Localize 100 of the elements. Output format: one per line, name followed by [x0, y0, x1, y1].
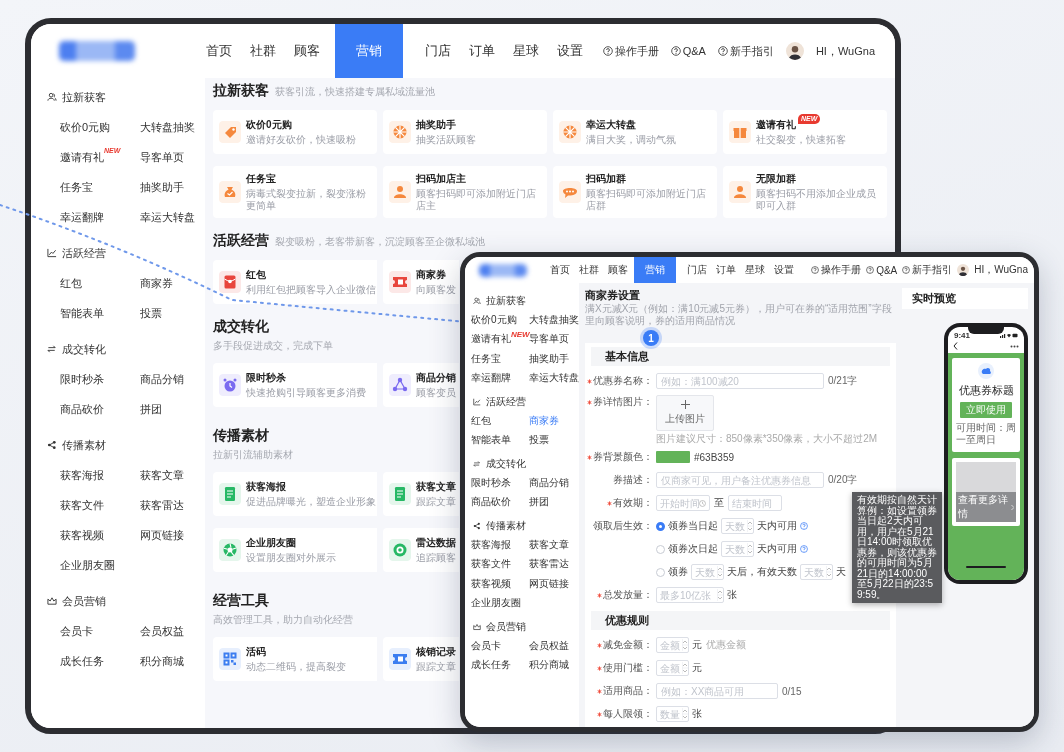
nav-tab[interactable]: 星球: [740, 257, 769, 283]
feature-card[interactable]: 扫码加店主 顾客扫码即可添加附近门店店主: [383, 166, 547, 218]
help-link[interactable]: 新手指引: [902, 263, 953, 277]
logo-icon[interactable]: [479, 263, 527, 277]
menu-item[interactable]: 获客文章: [529, 535, 579, 555]
menu-item[interactable]: 智能表单: [471, 430, 529, 450]
avatar-icon[interactable]: [785, 42, 804, 60]
menu-item[interactable]: 大转盘抽奖: [140, 112, 202, 142]
menu-item[interactable]: 红包: [60, 268, 140, 298]
menu-item[interactable]: 砍价0元购: [471, 310, 529, 330]
number-field[interactable]: 天数: [691, 564, 724, 580]
menu-item[interactable]: 商品砍价: [60, 394, 140, 424]
nav-tab[interactable]: 营销: [634, 257, 676, 283]
feature-card[interactable]: 活码 动态二维码，提高裂变: [213, 637, 377, 681]
menu-item[interactable]: 抽奖助手: [140, 172, 202, 202]
menu-item[interactable]: 任务宝: [60, 172, 140, 202]
feature-card[interactable]: 幸运大转盘 满目大奖，调动气氛: [553, 110, 717, 154]
nav-tab[interactable]: 星球: [504, 24, 548, 78]
menu-item[interactable]: 商品分销: [529, 473, 579, 493]
nav-tab[interactable]: 设置: [769, 257, 798, 283]
menu-item[interactable]: 任务宝: [471, 349, 529, 369]
user-greeting[interactable]: HI，WuGna: [974, 263, 1028, 277]
stepper-icon[interactable]: [826, 566, 832, 578]
menu-item[interactable]: 获客文件: [471, 554, 529, 574]
radio-button[interactable]: [656, 567, 665, 577]
menu-item[interactable]: 商品分销: [140, 364, 202, 394]
back-icon[interactable]: [953, 342, 958, 350]
menu-item[interactable]: 幸运翻牌: [60, 202, 140, 232]
menu-item[interactable]: 砍价0元购: [60, 112, 140, 142]
nav-tab[interactable]: 营销: [335, 24, 403, 78]
color-swatch[interactable]: [656, 451, 690, 463]
menu-item[interactable]: 导客单页: [529, 329, 579, 349]
menu-item[interactable]: 幸运翻牌: [471, 368, 529, 388]
menu-item[interactable]: 商品砍价: [471, 492, 529, 512]
menu-item[interactable]: 大转盘抽奖: [529, 310, 579, 330]
menu-item[interactable]: 获客视频: [60, 520, 140, 550]
menu-item[interactable]: 积分商城: [529, 655, 579, 675]
menu-item[interactable]: 获客雷达: [140, 490, 202, 520]
menu-item[interactable]: 抽奖助手: [529, 349, 579, 369]
menu-item[interactable]: 红包: [471, 411, 529, 431]
feature-card[interactable]: 抽奖助手 抽奖活跃顾客: [383, 110, 547, 154]
feature-card[interactable]: 获客文章 跟踪文章: [383, 472, 459, 516]
stepper-icon[interactable]: [682, 639, 688, 651]
help-link[interactable]: Q&A: [866, 264, 898, 276]
menu-item[interactable]: 成长任务: [60, 646, 140, 676]
feature-card[interactable]: 红包 利用红包把顾客导入企业微信: [213, 260, 377, 304]
feature-card[interactable]: 商品分销 顾客变员: [383, 363, 459, 407]
menu-item[interactable]: 企业朋友圈: [60, 550, 140, 580]
menu-item[interactable]: 成长任务: [471, 655, 529, 675]
nav-tab[interactable]: 顾客: [285, 24, 329, 78]
feature-card[interactable]: 砍价0元购 邀请好友砍价，快速吸粉: [213, 110, 377, 154]
menu-item[interactable]: 获客海报: [60, 460, 140, 490]
number-field[interactable]: 天数: [721, 541, 754, 557]
user-greeting[interactable]: HI，WuGna: [815, 43, 875, 59]
menu-item[interactable]: 限时秒杀: [471, 473, 529, 493]
feature-card[interactable]: 雷达数据 追踪顾客: [383, 528, 459, 572]
menu-item[interactable]: 会员权益: [140, 616, 202, 646]
feature-card[interactable]: 扫码加群 顾客扫码即可添加附近门店店群: [553, 166, 717, 218]
nav-tab[interactable]: 顾客: [603, 257, 632, 283]
stepper-icon[interactable]: [717, 589, 723, 601]
stepper-icon[interactable]: [717, 566, 723, 578]
logo-icon[interactable]: [59, 41, 135, 61]
nav-tab[interactable]: 订单: [460, 24, 504, 78]
help-link[interactable]: 新手指引: [717, 43, 774, 59]
menu-item[interactable]: 幸运大转盘: [140, 202, 202, 232]
menu-item[interactable]: 网页链接: [529, 574, 579, 594]
menu-item[interactable]: 投票: [140, 298, 202, 328]
nav-tab[interactable]: 社群: [574, 257, 603, 283]
menu-item[interactable]: 获客海报: [471, 535, 529, 555]
stepper-icon[interactable]: [682, 662, 688, 674]
feature-card[interactable]: 企业朋友圈 设置朋友圈对外展示: [213, 528, 377, 572]
menu-item[interactable]: 拼团: [529, 492, 579, 512]
menu-item[interactable]: 企业朋友圈: [471, 593, 529, 613]
menu-item[interactable]: 获客文章: [140, 460, 202, 490]
menu-item[interactable]: 商家券: [140, 268, 202, 298]
stepper-icon[interactable]: [747, 520, 753, 532]
nav-tab[interactable]: 首页: [545, 257, 574, 283]
feature-card[interactable]: 无限加群 顾客扫码不用添加企业成员即可入群: [723, 166, 887, 218]
menu-item[interactable]: 积分商城: [140, 646, 202, 676]
nav-tab[interactable]: 首页: [197, 24, 241, 78]
menu-item[interactable]: 网页链接: [140, 520, 202, 550]
radio-button[interactable]: [656, 521, 665, 531]
menu-item[interactable]: 投票: [529, 430, 579, 450]
menu-item[interactable]: 限时秒杀: [60, 364, 140, 394]
help-link[interactable]: Q&A: [670, 45, 706, 57]
nav-tab[interactable]: 订单: [711, 257, 740, 283]
avatar-icon[interactable]: [957, 264, 970, 276]
menu-item[interactable]: 智能表单: [60, 298, 140, 328]
feature-card[interactable]: 限时秒杀 快速抢购引导顾客更多消费: [213, 363, 377, 407]
stepper-icon[interactable]: [747, 543, 753, 555]
menu-item[interactable]: 会员权益: [529, 636, 579, 656]
menu-item[interactable]: 获客文件: [60, 490, 140, 520]
feature-card[interactable]: 核销记录 跟踪文章: [383, 637, 459, 681]
menu-item[interactable]: 会员卡: [471, 636, 529, 656]
menu-item[interactable]: 幸运大转盘: [529, 368, 579, 388]
more-icon[interactable]: [1010, 344, 1019, 348]
menu-item[interactable]: 商家券: [529, 411, 579, 431]
menu-item[interactable]: 会员卡: [60, 616, 140, 646]
menu-item[interactable]: 获客雷达: [529, 554, 579, 574]
menu-item[interactable]: 导客单页: [140, 142, 202, 172]
